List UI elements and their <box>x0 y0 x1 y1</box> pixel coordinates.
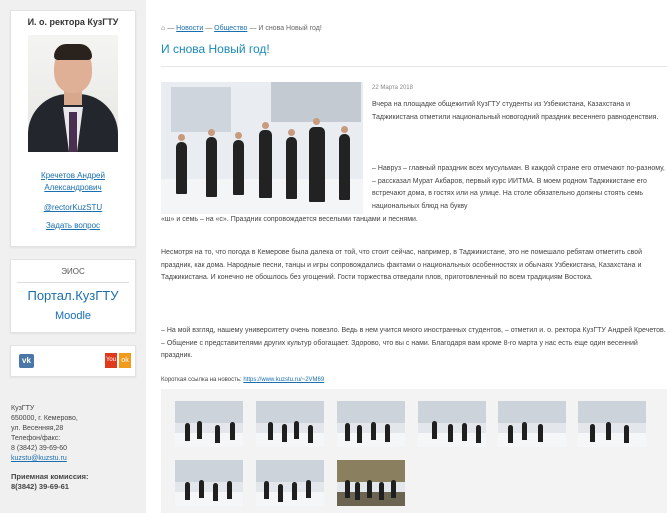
rector-card-title: И. о. ректора КузГТУ <box>27 17 119 27</box>
contacts-address-2: ул. Весенняя,28 <box>11 425 64 432</box>
sidebar: И. о. ректора КузГТУ Кречетов Андрей Але… <box>0 0 146 513</box>
odnoklassniki-icon[interactable]: ok <box>119 353 131 368</box>
main-content: ⌂ — Новости — Общество — И снова Новый г… <box>161 0 667 513</box>
gallery-thumb[interactable] <box>498 401 566 447</box>
moodle-link[interactable]: Moodle <box>11 310 135 322</box>
short-link: Короткая ссылка на новость: https://www.… <box>161 377 324 383</box>
eios-title: ЭИОС <box>61 267 85 276</box>
gallery-thumb[interactable] <box>418 401 486 447</box>
rector-name-link[interactable]: Кречетов Андрей <box>11 170 135 182</box>
contacts-phone: 8 (3842) 39-69-60 <box>11 445 68 452</box>
breadcrumb-news[interactable]: Новости <box>176 25 203 32</box>
gallery-thumb[interactable] <box>256 401 324 447</box>
gallery-thumb[interactable] <box>578 401 646 447</box>
admissions-label: Приемная комиссия: <box>11 472 89 481</box>
breadcrumb-society[interactable]: Общество <box>214 25 247 32</box>
article-paragraph-2-end: «ш» и семь – на «с». Праздник сопровожда… <box>161 216 418 223</box>
contacts-address-1: 650000, г. Кемерово, <box>11 415 78 422</box>
title-divider <box>161 66 667 67</box>
photo-gallery <box>161 389 667 513</box>
page-title: И снова Новый год! <box>161 42 270 56</box>
gallery-thumb[interactable] <box>337 401 405 447</box>
gallery-thumb[interactable] <box>175 460 243 506</box>
ask-question-link[interactable]: Задать вопрос <box>11 221 135 230</box>
breadcrumb: ⌂ — Новости — Общество — И снова Новый г… <box>161 25 322 32</box>
contacts-org: КузГТУ <box>11 405 35 412</box>
rector-card: И. о. ректора КузГТУ Кречетов Андрей Але… <box>10 10 136 247</box>
article-paragraph-2: – Навруз – главный праздник всех мусульм… <box>372 165 665 210</box>
short-link-label: Короткая ссылка на новость: <box>161 377 242 383</box>
rector-name-link-2[interactable]: Александрович <box>11 182 135 194</box>
contacts-block: КузГТУ 650000, г. Кемерово, ул. Весенняя… <box>11 404 89 492</box>
article-date: 22 Марта 2018 <box>372 85 413 91</box>
article-paragraph-4: – На мой взгляд, нашему университету оче… <box>161 327 666 359</box>
contacts-email-link[interactable]: kuzstu@kuzstu.ru <box>11 454 89 464</box>
eios-card: ЭИОС Портал.КузГТУ Moodle <box>10 259 136 333</box>
youtube-icon[interactable]: You <box>105 353 117 368</box>
contacts-phone-label: Телефон/факс: <box>11 435 61 442</box>
home-icon[interactable]: ⌂ <box>161 25 165 32</box>
social-card: vk You ok <box>10 345 136 377</box>
gallery-thumb[interactable] <box>256 460 324 506</box>
rector-photo[interactable] <box>28 35 118 152</box>
gallery-thumb[interactable] <box>337 460 405 506</box>
vk-icon[interactable]: vk <box>19 354 34 368</box>
article-paragraph-1: Вчера на площадке общежитий КузГТУ студе… <box>372 101 659 121</box>
short-link-url[interactable]: https://www.kuzstu.ru/~2VM69 <box>243 377 324 383</box>
breadcrumb-current: И снова Новый год! <box>258 25 322 32</box>
article-hero-image[interactable] <box>161 82 363 214</box>
admissions-phone: 8(3842) 39-69-61 <box>11 482 69 491</box>
portal-link[interactable]: Портал.КузГТУ <box>17 282 129 303</box>
gallery-thumb[interactable] <box>175 401 243 447</box>
rector-handle-link[interactable]: @rectorKuzSTU <box>11 203 135 212</box>
article-paragraph-3: Несмотря на то, что погода в Кемерове бы… <box>161 249 643 281</box>
